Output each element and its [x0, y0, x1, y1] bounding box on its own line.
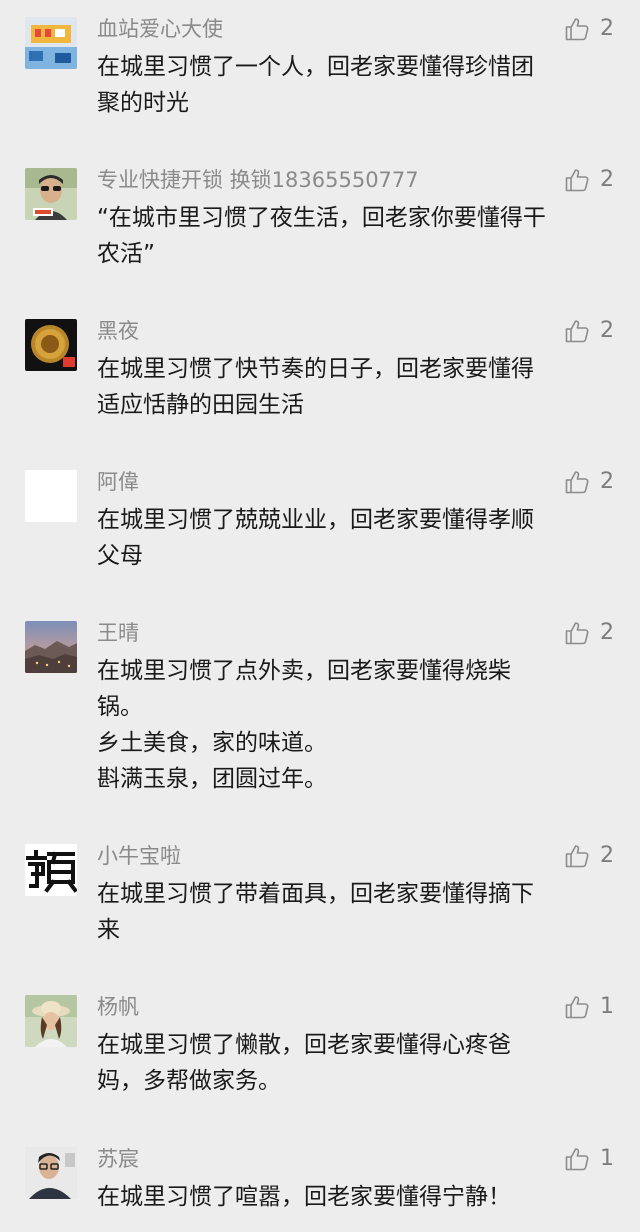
- like-button[interactable]: 2: [564, 165, 614, 195]
- gold-coin-photo-icon: [25, 319, 77, 371]
- like-button[interactable]: 2: [564, 467, 614, 497]
- like-count: 2: [600, 843, 614, 868]
- calligraphy-logo-icon: [25, 844, 77, 896]
- avatar[interactable]: [25, 995, 77, 1047]
- thumbs-up-icon: [565, 471, 589, 494]
- blank-white-avatar-icon: [25, 470, 77, 522]
- like-button[interactable]: 2: [564, 618, 614, 648]
- comment-list: 血站爱心大使 2 在城里习惯了一个人，回老家要懂得珍惜团 聚的时光 专业快捷开锁…: [0, 0, 640, 1232]
- like-button[interactable]: 2: [564, 316, 614, 346]
- commenter-name[interactable]: 小牛宝啦: [97, 842, 181, 870]
- thumbs-up-icon: [565, 1148, 589, 1171]
- like-button[interactable]: 1: [564, 1144, 614, 1174]
- like-count: 2: [600, 620, 614, 645]
- thumbs-up-icon: [565, 845, 589, 868]
- thumbs-up-icon: [565, 622, 589, 645]
- like-count: 1: [600, 1146, 614, 1171]
- woman-hat-photo-icon: [25, 995, 77, 1047]
- avatar[interactable]: [25, 168, 77, 220]
- commenter-name[interactable]: 专业快捷开锁 换锁18365550777: [97, 166, 419, 194]
- like-count: 2: [600, 469, 614, 494]
- thumbs-up-icon: [565, 320, 589, 343]
- avatar[interactable]: [25, 17, 77, 69]
- commenter-name[interactable]: 杨帆: [97, 993, 139, 1021]
- comment-text: 在城里习惯了快节奏的日子，回老家要懂得 适应恬静的田园生活: [97, 356, 534, 418]
- comment-text: 在城里习惯了点外卖，回老家要懂得烧柴 锅。 乡土美食，家的味道。 斟满玉泉，团圆…: [97, 658, 511, 792]
- commenter-name[interactable]: 苏宸: [97, 1145, 139, 1173]
- like-button[interactable]: 1: [564, 992, 614, 1022]
- man-sunglasses-photo-icon: [25, 168, 77, 220]
- like-count: 1: [600, 994, 614, 1019]
- like-count: 2: [600, 16, 614, 41]
- thumbs-up-icon: [565, 996, 589, 1019]
- sunset-town-photo-icon: [25, 621, 77, 673]
- commenter-name[interactable]: 黑夜: [97, 317, 139, 345]
- comment-text: 在城里习惯了一个人，回老家要懂得珍惜团 聚的时光: [97, 54, 534, 116]
- avatar[interactable]: [25, 1147, 77, 1199]
- like-count: 2: [600, 318, 614, 343]
- comment-text: 在城里习惯了懒散，回老家要懂得心疼爸 妈，多帮做家务。: [97, 1032, 511, 1094]
- comment-text: 在城里习惯了兢兢业业，回老家要懂得孝顺 父母: [97, 507, 534, 569]
- like-button[interactable]: 2: [564, 841, 614, 871]
- avatar[interactable]: [25, 319, 77, 371]
- commenter-name[interactable]: 阿偉: [97, 468, 139, 496]
- avatar[interactable]: [25, 470, 77, 522]
- thumbs-up-icon: [565, 169, 589, 192]
- commenter-name[interactable]: 王晴: [97, 619, 139, 647]
- avatar[interactable]: [25, 844, 77, 896]
- thumbs-up-icon: [565, 18, 589, 41]
- comment-text: 在城里习惯了喧嚣，回老家要懂得宁静！: [97, 1184, 511, 1210]
- commenter-name[interactable]: 血站爱心大使: [97, 15, 223, 43]
- like-count: 2: [600, 167, 614, 192]
- comment-text: “在城市里习惯了夜生活，回老家你要懂得干 农活”: [97, 205, 546, 267]
- comment-text: 在城里习惯了带着面具，回老家要懂得摘下 来: [97, 881, 534, 943]
- like-button[interactable]: 2: [564, 14, 614, 44]
- blood-station-photo-icon: [25, 17, 77, 69]
- avatar[interactable]: [25, 621, 77, 673]
- man-glasses-photo-icon: [25, 1147, 77, 1199]
